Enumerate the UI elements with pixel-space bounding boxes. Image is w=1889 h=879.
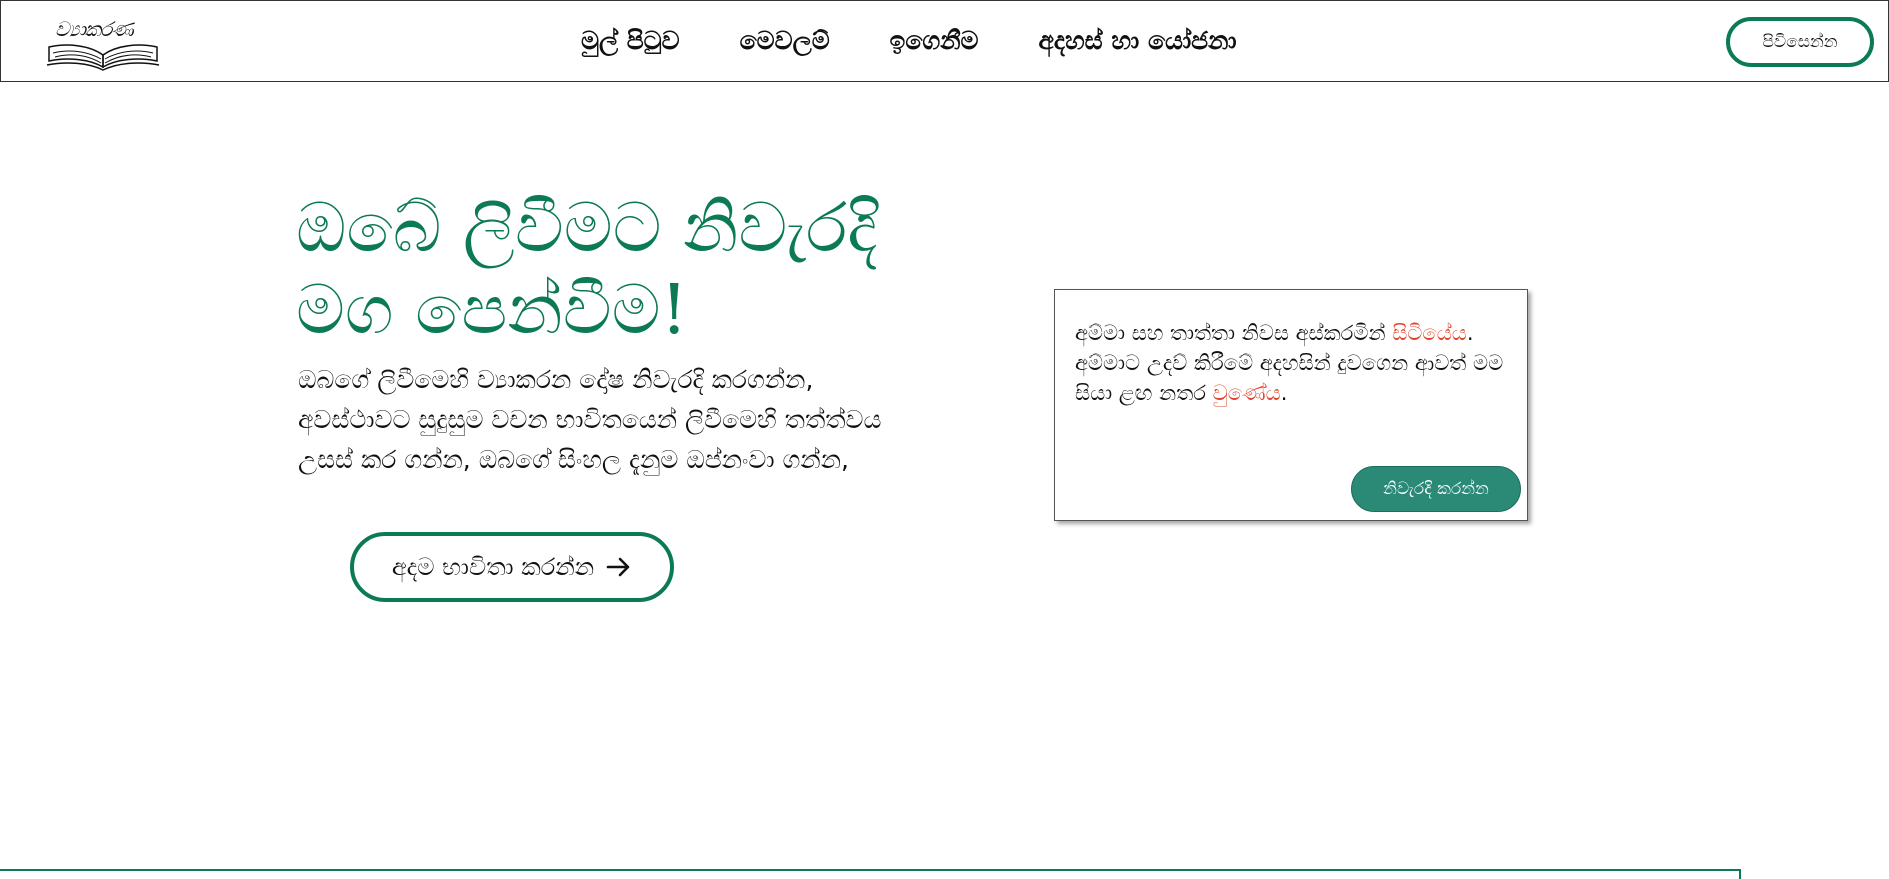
- open-book-icon: [46, 44, 160, 71]
- nav-feedback[interactable]: අදහස් හා යෝජනා: [1039, 26, 1237, 56]
- demo-text-part-3: .: [1280, 381, 1288, 405]
- hero-title-line-2: මග පෙන්වීම!: [296, 271, 688, 350]
- hero-title: ඔබේ ලිවීමට නිවැරදි මග පෙන්වීම!: [296, 188, 936, 352]
- nav-home[interactable]: මුල් පිටුව: [581, 26, 680, 56]
- demo-text-part-1: අම්මා සහ තාත්තා නිවස අස්කරමින්: [1075, 321, 1393, 345]
- hero-title-line-1: ඔබේ ලිවීමට නිවැරදි: [296, 189, 878, 268]
- hero-desc-line-3: උසස් කර ගන්න, ඔබගේ සිංහල දැනුම ඔප්නංවා ග…: [298, 445, 849, 474]
- top-navbar: ව්‍යාකරණ මුල් පිටුව මෙවලම් ඉගෙනීම අදහස් …: [0, 0, 1889, 82]
- main-nav: මුල් පිටුව මෙවලම් ඉගෙනීම අදහස් හා යෝජනා: [581, 23, 1237, 59]
- login-button[interactable]: පිවිසෙන්න: [1726, 17, 1874, 67]
- demo-correction-card: අම්මා සහ තාත්තා නිවස අස්කරමින් සිටියේය. …: [1054, 289, 1528, 521]
- demo-text: අම්මා සහ තාත්තා නිවස අස්කරමින් සිටියේය. …: [1075, 318, 1515, 408]
- arrow-right-icon: [606, 557, 630, 577]
- hero-desc-line-1: ඔබගේ ලිවීමෙහි ව්‍යාකරන දෝෂ නිවැරදි කරගන්…: [298, 365, 814, 394]
- start-using-label: අදම භාවිතා කරන්න: [391, 553, 595, 581]
- nav-learning[interactable]: ඉගෙනීම: [890, 26, 979, 56]
- nav-tools[interactable]: මෙවලම්: [740, 26, 830, 56]
- correct-button[interactable]: නිවැරදි කරන්න: [1351, 466, 1521, 512]
- hero-desc-line-2: අවස්ථාවට සුදුසුම වචන භාවිතයෙන් ලිවීමෙහි …: [298, 405, 882, 434]
- logo[interactable]: ව්‍යාකරණ: [45, 15, 161, 71]
- demo-error-word-1[interactable]: සිටියේය: [1392, 321, 1467, 345]
- start-using-button[interactable]: අදම භාවිතා කරන්න: [350, 532, 674, 602]
- next-section-border: [0, 869, 1741, 879]
- hero-description: ඔබගේ ලිවීමෙහි ව්‍යාකරන දෝෂ නිවැරදි කරගන්…: [298, 360, 998, 480]
- demo-error-word-2[interactable]: වුණේය: [1213, 381, 1281, 405]
